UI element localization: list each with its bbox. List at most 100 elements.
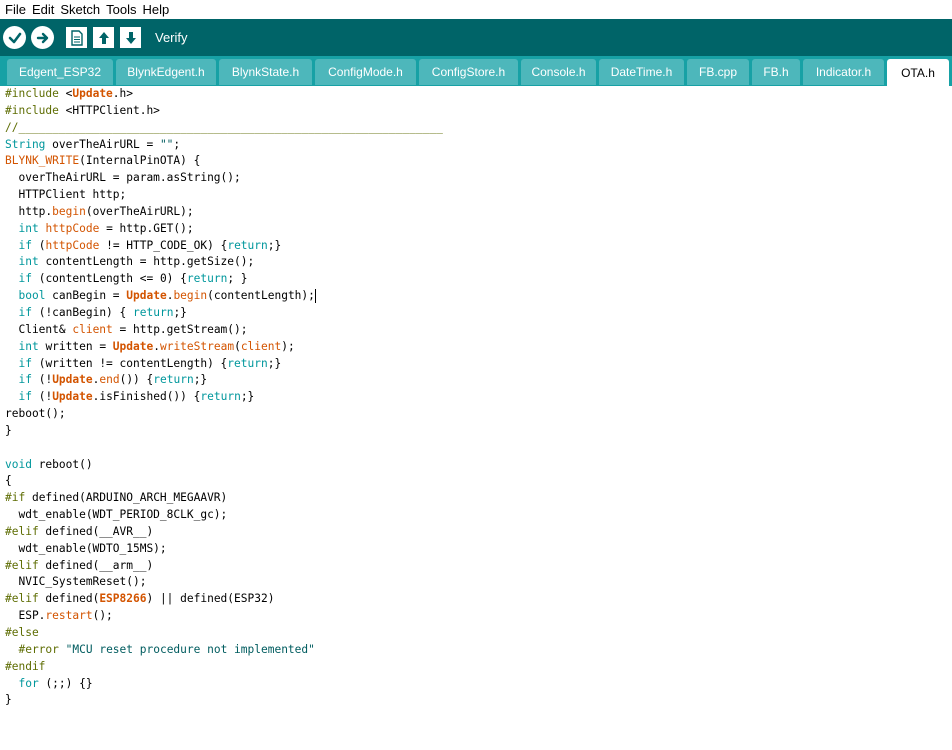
code-token: (;;) {} [38, 676, 93, 690]
code-token: } [5, 693, 12, 707]
code-token: httpCode [45, 238, 100, 252]
code-token: . [153, 339, 160, 353]
code-token: client [72, 322, 113, 336]
tab-blynkedgent[interactable]: BlynkEdgent.h [116, 59, 216, 85]
code-token: Update [72, 87, 113, 100]
code-line: http.begin(overTheAirURL); [0, 204, 952, 221]
code-token: #include [5, 103, 66, 117]
code-token: if [18, 272, 32, 286]
tab-fb-cpp[interactable]: FB.cpp [687, 59, 749, 85]
code-line: if (contentLength <= 0) {return; } [0, 271, 952, 288]
code-token: = http.GET(); [99, 221, 194, 235]
upload-button[interactable] [31, 26, 54, 49]
code-token: begin [52, 204, 86, 218]
code-token: overTheAirURL = [45, 137, 160, 151]
code-token: wdt_enable(WDT_PERIOD_8CLK_gc); [5, 508, 228, 522]
code-token: contentLength = http.getSize(); [38, 255, 255, 269]
code-token: void [5, 457, 32, 471]
code-line: if (!canBegin) { return;} [0, 305, 952, 322]
tab-datetime[interactable]: DateTime.h [599, 59, 684, 85]
code-line: #elif defined(__AVR__) [0, 524, 952, 541]
tab-edgent-esp32[interactable]: Edgent_ESP32 [7, 59, 113, 85]
code-token: http. [5, 204, 53, 218]
code-editor[interactable]: #include <Update.h> #include <HTTPClient.… [0, 86, 952, 750]
open-button[interactable] [93, 27, 114, 48]
code-token: HTTPClient http; [5, 188, 127, 202]
arrow-down-icon [125, 31, 136, 44]
code-token: <HTTPClient.h> [65, 103, 160, 117]
toolbar-status-label: Verify [155, 30, 188, 45]
code-token: ;} [173, 305, 187, 319]
code-line: #include <Update.h> [0, 86, 952, 103]
menu-help[interactable]: Help [139, 2, 172, 17]
code-token: ()) { [119, 373, 154, 387]
code-line: #include <HTTPClient.h> [0, 103, 952, 120]
code-token: end [99, 373, 120, 387]
code-token: ESP. [5, 609, 46, 623]
code-line: reboot(); [0, 406, 952, 423]
tab-configmode[interactable]: ConfigMode.h [315, 59, 416, 85]
code-token: return [200, 390, 241, 404]
code-token: NVIC_SystemReset(); [5, 575, 147, 589]
code-token: #error [18, 642, 59, 656]
code-token: wdt_enable(WDTO_15MS); [5, 541, 167, 555]
code-token: #include [5, 87, 66, 100]
code-token: ( [31, 238, 46, 252]
code-token: ; } [227, 272, 248, 286]
code-line: #elif defined(__arm__) [0, 558, 952, 575]
code-token: .isFinished()) { [92, 390, 201, 404]
menu-sketch[interactable]: Sketch [57, 2, 103, 17]
tab-fb-h[interactable]: FB.h [752, 59, 800, 85]
code-token: (! [31, 390, 53, 404]
code-token: //______________________________________… [5, 120, 443, 134]
code-token: restart [45, 609, 93, 623]
code-token: for [18, 676, 39, 690]
code-line: NVIC_SystemReset(); [0, 574, 952, 591]
code-token: if [18, 390, 32, 404]
code-token: #elif [5, 558, 39, 572]
code-token: String [5, 137, 46, 151]
tab-indicator[interactable]: Indicator.h [803, 59, 884, 85]
code-line: int written = Update.writeStream(client)… [0, 339, 952, 356]
code-line: overTheAirURL = param.asString(); [0, 170, 952, 187]
tab-blynkstate[interactable]: BlynkState.h [219, 59, 312, 85]
code-token: ( [234, 339, 241, 353]
code-token: if [18, 305, 32, 319]
code-token: ;} [267, 238, 282, 252]
menu-tools[interactable]: Tools [103, 2, 139, 17]
code-token: canBegin = [45, 289, 127, 303]
code-token: #elif [5, 592, 39, 606]
tab-configstore[interactable]: ConfigStore.h [419, 59, 518, 85]
code-line: int contentLength = http.getSize(); [0, 254, 952, 271]
code-token: != HTTP_CODE_OK) { [99, 238, 228, 252]
toolbar: Verify [0, 19, 952, 56]
code-token: written = [38, 339, 113, 353]
code-line: int httpCode = http.GET(); [0, 221, 952, 238]
new-file-icon [70, 29, 83, 46]
code-token: ;} [193, 373, 208, 387]
tab-ota[interactable]: OTA.h [887, 59, 949, 86]
code-line: HTTPClient http; [0, 187, 952, 204]
code-token: .h> [112, 87, 134, 100]
code-token: (!canBegin) { [31, 305, 134, 319]
menu-edit[interactable]: Edit [29, 2, 57, 17]
code-token: writeStream [159, 339, 235, 353]
tab-console[interactable]: Console.h [521, 59, 596, 85]
menu-file[interactable]: File [2, 2, 29, 17]
save-button[interactable] [120, 27, 141, 48]
text-cursor [314, 289, 316, 304]
code-token: (contentLength); [207, 289, 315, 303]
code-line: wdt_enable(WDTO_15MS); [0, 541, 952, 558]
code-token: return [227, 356, 268, 370]
verify-button[interactable] [3, 26, 26, 49]
code-token: int [18, 255, 39, 269]
code-token: Update [112, 339, 154, 353]
new-sketch-button[interactable] [66, 27, 87, 48]
